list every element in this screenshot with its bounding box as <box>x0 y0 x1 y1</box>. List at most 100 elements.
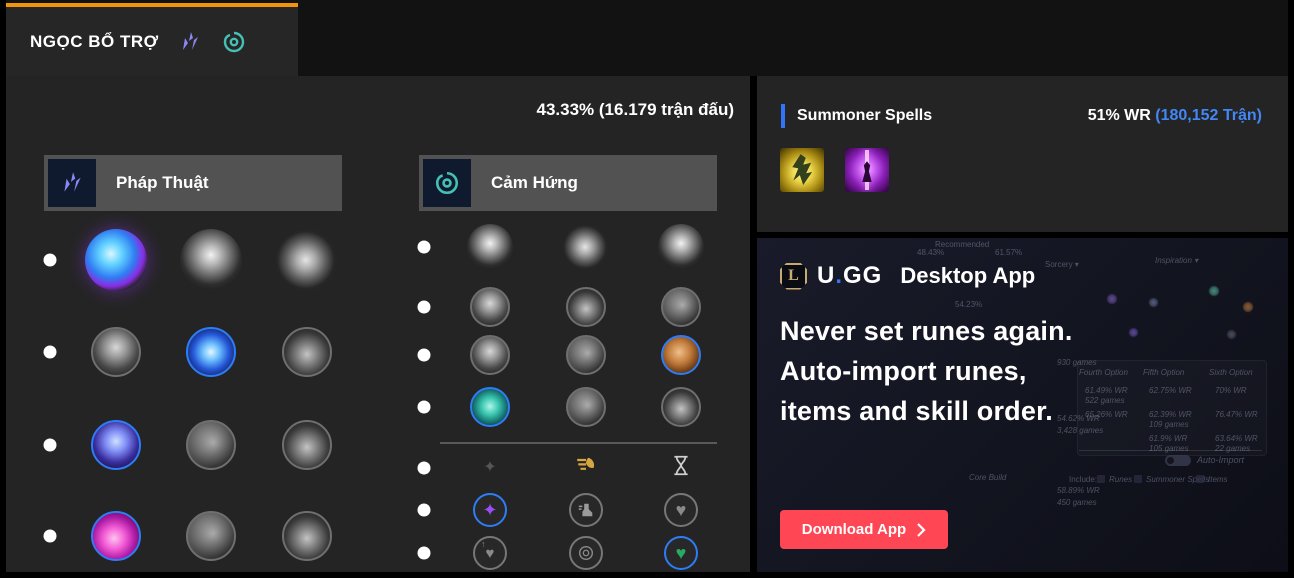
shard-health-scaling[interactable]: ♥ <box>664 493 698 527</box>
rune-row-bullet <box>417 400 431 414</box>
winrate-value: 51% WR <box>1087 107 1151 124</box>
bg-rune-dot <box>1243 302 1253 312</box>
bg-text: 61.57% <box>995 248 1023 257</box>
shard-attack-speed-icon[interactable] <box>575 455 597 482</box>
shard-row-bullet <box>417 461 431 475</box>
bg-auto-import-toggle <box>1165 455 1191 466</box>
download-app-button[interactable]: Download App <box>780 510 948 549</box>
rune-arcane-comet[interactable] <box>180 229 242 291</box>
primary-tree-header: Pháp Thuật <box>44 155 342 211</box>
bg-rune-dot <box>1209 286 1219 296</box>
rune-phase-rush[interactable] <box>276 229 338 291</box>
shard-health[interactable]: ♥ <box>664 536 698 570</box>
bg-text: 76.47% WR <box>1215 410 1258 419</box>
rune-magical-footwear[interactable] <box>566 287 606 327</box>
shard-row-bullet <box>417 546 431 560</box>
rune-row-bullet <box>43 529 57 543</box>
ad-app-name: Desktop App <box>900 263 1036 288</box>
rune-waterwalking[interactable] <box>186 511 236 561</box>
bg-text: Runes <box>1109 475 1133 484</box>
ugg-logo-gg: GG <box>843 262 883 289</box>
bg-text: 62.39% WR <box>1149 410 1192 419</box>
rune-biscuit-delivery[interactable] <box>661 335 701 375</box>
bg-divider <box>1079 450 1262 451</box>
rune-hextech-flashtraption[interactable] <box>470 287 510 327</box>
shard-tenacity-slow-resist[interactable] <box>569 536 603 570</box>
bg-text: Inspiration ▾ <box>1155 256 1199 265</box>
secondary-tree-header: Cảm Hứng <box>419 155 717 211</box>
rune-row-bullet <box>417 348 431 362</box>
bg-text: 54.23% <box>955 300 983 309</box>
bg-text: 61.49% WR <box>1085 386 1128 395</box>
rune-cash-back[interactable] <box>661 287 701 327</box>
rune-time-warp-tonic[interactable] <box>566 335 606 375</box>
rune-cosmic-insight[interactable] <box>470 387 510 427</box>
winrate-summary: 43.33% (16.179 trận đấu) <box>536 100 734 119</box>
rune-transcendence[interactable] <box>91 420 141 470</box>
rune-triple-tonic[interactable] <box>470 335 510 375</box>
bg-text: 63.64% WR <box>1215 434 1258 443</box>
bg-checkbox <box>1097 475 1105 483</box>
rune-first-strike[interactable] <box>658 224 704 270</box>
desktop-app-ad[interactable]: Recommended 48.43% 61.57% Sorcery ▾ Insp… <box>757 238 1288 572</box>
runes-panel: 43.33% (16.179 trận đấu) Pháp Thuật Cảm … <box>6 76 750 572</box>
rune-unsealed-spellbook[interactable] <box>563 224 609 270</box>
rune-jack-of-all-trades[interactable] <box>661 387 701 427</box>
ad-headline-line3: items and skill order. <box>780 396 1054 426</box>
rune-celerity[interactable] <box>186 420 236 470</box>
ad-logo-row: L U.GG Desktop App <box>780 262 1035 290</box>
bg-text: 22 games <box>1215 444 1251 453</box>
boot-icon <box>578 503 593 517</box>
summoner-spells-title: Summoner Spells <box>797 107 933 124</box>
bg-rune-dot <box>1227 330 1236 339</box>
bg-rune-dot <box>1149 298 1158 307</box>
sorcery-tree-icon <box>177 29 203 55</box>
ad-headline-line2: Auto-import runes, <box>780 356 1027 386</box>
bg-text: Sorcery ▾ <box>1045 260 1079 269</box>
chevron-right-icon <box>917 522 926 537</box>
shard-divider <box>440 442 717 444</box>
rune-row-bullet <box>43 438 57 452</box>
primary-tree-label: Pháp Thuật <box>116 173 209 192</box>
spell-teleport-icon[interactable] <box>845 148 889 192</box>
shard-adaptive-force[interactable]: ✦ <box>473 493 507 527</box>
bg-text: 48.43% <box>917 248 945 257</box>
shard-health-scaling-growth[interactable]: ♥ ↑ <box>473 536 507 570</box>
shard-adaptive-force-icon[interactable]: ✦ <box>483 460 496 476</box>
rune-summon-aery[interactable] <box>85 229 147 291</box>
games-count: (180,152 Trận) <box>1155 107 1262 124</box>
heart-icon: ♥ <box>675 543 687 563</box>
rune-approach-velocity[interactable] <box>566 387 606 427</box>
tab-runes[interactable]: NGỌC BỔ TRỢ <box>6 3 298 76</box>
secondary-tree-label: Cảm Hứng <box>491 173 578 192</box>
bg-text: Fourth Option <box>1079 368 1128 377</box>
rune-glacial-augment[interactable] <box>467 224 513 270</box>
bg-text: 61.9% WR <box>1149 434 1188 443</box>
tab-runes-label: NGỌC BỔ TRỢ <box>30 31 159 51</box>
bg-checkbox <box>1196 475 1204 483</box>
bg-text: Fifth Option <box>1143 368 1185 377</box>
league-logo-icon: L <box>780 262 807 290</box>
tab-bar: NGỌC BỔ TRỢ <box>6 0 1288 76</box>
shard-move-speed[interactable] <box>569 493 603 527</box>
rune-row-bullet <box>43 253 57 267</box>
bg-text: Core Build <box>969 473 1007 482</box>
bg-text: 70% WR <box>1215 386 1247 395</box>
rune-absolute-focus[interactable] <box>282 420 332 470</box>
runes-page: NGỌC BỔ TRỢ 43.33% (16.179 trận đấu) Phá… <box>0 0 1294 578</box>
rune-axiom-arcanist[interactable] <box>91 327 141 377</box>
bg-text: 58.89% WR <box>1057 486 1100 495</box>
shard-ability-haste-icon[interactable] <box>670 455 692 482</box>
bg-checkbox <box>1134 475 1142 483</box>
shard-row-bullet <box>417 503 431 517</box>
ad-headline-line1: Never set runes again. <box>780 316 1073 346</box>
spell-ghost-icon[interactable] <box>780 148 824 192</box>
sorcery-tree-icon <box>48 159 96 207</box>
ugg-logo-dot: . <box>835 262 844 289</box>
rune-gathering-storm[interactable] <box>282 511 332 561</box>
bg-text: 109 games <box>1149 420 1189 429</box>
rune-manaflow-band[interactable] <box>186 327 236 377</box>
inspiration-tree-icon <box>221 29 247 55</box>
rune-nimbus-cloak[interactable] <box>282 327 332 377</box>
rune-scorch[interactable] <box>91 511 141 561</box>
